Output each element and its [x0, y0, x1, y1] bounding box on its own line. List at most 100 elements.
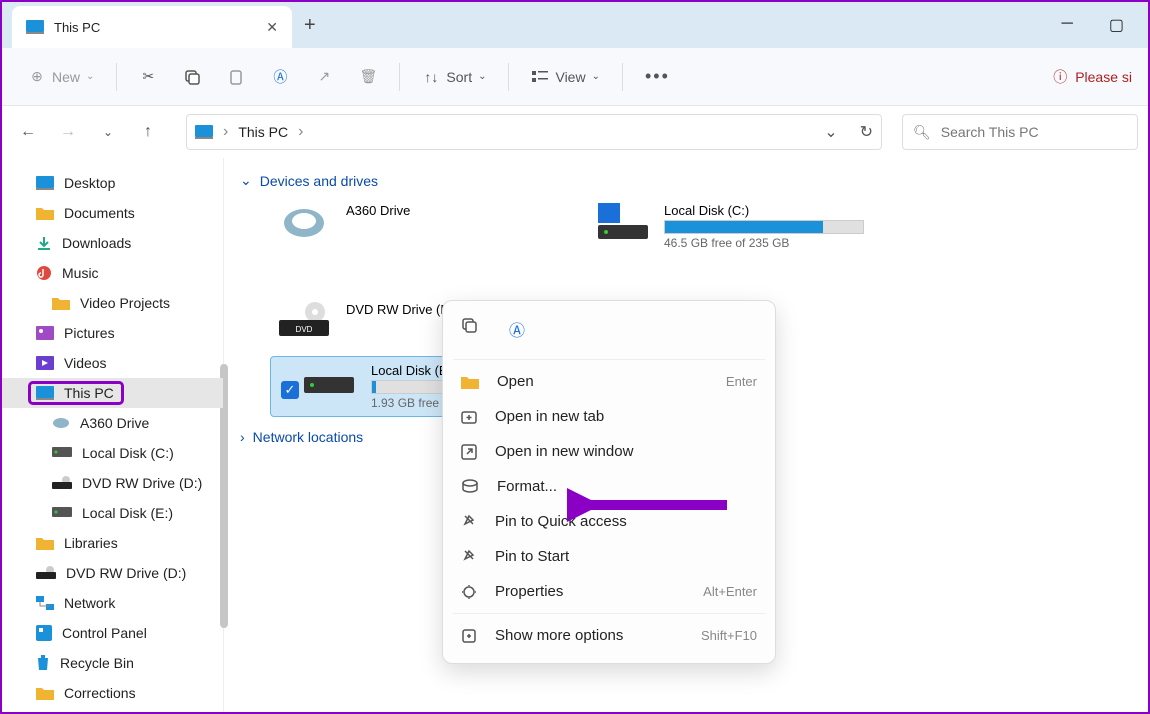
folder-icon — [36, 686, 54, 700]
address-bar[interactable]: › This PC › ⌄ ↻ — [186, 114, 882, 150]
sidebar-item-pictures[interactable]: Pictures — [2, 318, 223, 348]
recent-button[interactable]: ⌄ — [92, 116, 124, 148]
dvd-icon — [36, 566, 56, 580]
sidebar-item-dvd-rw-drive-d-[interactable]: DVD RW Drive (D:) — [2, 468, 223, 498]
copy-icon[interactable] — [461, 317, 479, 341]
sidebar-item-local-disk-e-[interactable]: Local Disk (E:) — [2, 498, 223, 528]
sidebar-item-local-disk-c-[interactable]: Local Disk (C:) — [2, 438, 223, 468]
sidebar-item-control-panel[interactable]: Control Panel — [2, 618, 223, 648]
cut-button[interactable]: ✂ — [129, 62, 167, 92]
a360-icon — [52, 416, 70, 430]
toolbar: ⊕ New ⌄ ✂ Ⓐ ↗ 🗑 ↑↓ Sort ⌄ View ⌄ ••• ⓘ P… — [2, 48, 1148, 106]
chevron-icon: › — [298, 123, 303, 141]
rename-button[interactable]: Ⓐ — [261, 62, 299, 92]
minimize-icon[interactable]: ─ — [1062, 15, 1073, 35]
trash-icon: 🗑 — [359, 68, 377, 86]
newwin-icon — [461, 444, 477, 460]
pin-icon — [461, 514, 477, 530]
sidebar: DesktopDocumentsDownloadsMusicVideo Proj… — [2, 158, 224, 712]
hdd-icon — [596, 203, 650, 243]
hdd-icon — [52, 447, 72, 459]
rename-icon[interactable]: Ⓐ — [509, 317, 525, 341]
forward-button[interactable]: → — [52, 116, 84, 148]
copy-icon — [183, 68, 201, 86]
context-menu: Ⓐ OpenEnterOpen in new tabOpen in new wi… — [442, 300, 776, 664]
share-icon: ↗ — [315, 68, 333, 86]
music-icon — [36, 265, 52, 281]
pc-icon — [36, 386, 54, 400]
sidebar-item-libraries[interactable]: Libraries — [2, 528, 223, 558]
ctx-pin-to-start[interactable]: Pin to Start — [443, 539, 775, 574]
usage-bar — [371, 380, 451, 394]
search-icon: 🔍︎ — [913, 124, 931, 141]
alert-icon: ⓘ — [1053, 67, 1067, 87]
a360-icon — [276, 203, 332, 243]
chevron-down-icon: ⌄ — [86, 71, 94, 82]
new-tab-button[interactable]: + — [304, 14, 316, 37]
window-controls: ─ ▢ — [1062, 15, 1148, 35]
sidebar-item-this-pc[interactable]: This PC — [2, 378, 223, 408]
chevron-icon: › — [223, 123, 228, 141]
signin-prompt[interactable]: ⓘ Please si — [1053, 67, 1132, 87]
chevron-down-icon: ⌄ — [478, 71, 486, 82]
chevron-down-icon[interactable]: ⌄ — [824, 122, 837, 142]
sidebar-item-desktop[interactable]: Desktop — [2, 168, 223, 198]
share-button[interactable]: ↗ — [305, 62, 343, 92]
ctx-open-in-new-window[interactable]: Open in new window — [443, 434, 775, 469]
more-button[interactable]: ••• — [635, 60, 680, 93]
pic-icon — [36, 326, 54, 340]
sidebar-item-video-projects[interactable]: Video Projects — [2, 288, 223, 318]
svg-text:DVD: DVD — [296, 325, 313, 334]
chevron-down-icon: ⌄ — [240, 172, 252, 189]
sidebar-item-recycle-bin[interactable]: Recycle Bin — [2, 648, 223, 678]
up-button[interactable]: ↑ — [132, 116, 164, 148]
open-icon — [461, 375, 479, 389]
search-input[interactable]: 🔍︎ Search This PC — [902, 114, 1138, 150]
copy-button[interactable] — [173, 62, 211, 92]
ctx-properties[interactable]: PropertiesAlt+Enter — [443, 574, 775, 609]
pc-icon — [195, 125, 213, 139]
paste-button[interactable] — [217, 62, 255, 92]
view-button[interactable]: View ⌄ — [521, 62, 609, 92]
cp-icon — [36, 625, 52, 641]
ctx-open-in-new-tab[interactable]: Open in new tab — [443, 399, 775, 434]
drive-a360[interactable]: A360 Drive — [270, 197, 550, 256]
net-icon — [36, 596, 54, 610]
tab-this-pc[interactable]: This PC ✕ — [12, 6, 292, 48]
pin-icon — [461, 549, 477, 565]
new-button[interactable]: ⊕ New ⌄ — [18, 62, 104, 92]
newtab-icon — [461, 409, 477, 425]
sidebar-item-a360-drive[interactable]: A360 Drive — [2, 408, 223, 438]
desktop-icon — [36, 176, 54, 190]
ctx-open[interactable]: OpenEnter — [443, 364, 775, 399]
breadcrumb[interactable]: This PC — [238, 124, 288, 140]
chevron-down-icon: ⌄ — [592, 71, 600, 82]
refresh-icon[interactable]: ↻ — [860, 122, 873, 142]
sort-button[interactable]: ↑↓ Sort ⌄ — [412, 62, 496, 92]
video-icon — [36, 356, 54, 370]
folder-icon — [36, 206, 54, 220]
dvd-icon: DVD — [276, 302, 332, 342]
maximize-icon[interactable]: ▢ — [1109, 15, 1124, 35]
sidebar-item-network[interactable]: Network — [2, 588, 223, 618]
sidebar-item-dvd-rw-drive-d-[interactable]: DVD RW Drive (D:) — [2, 558, 223, 588]
close-tab-icon[interactable]: ✕ — [266, 19, 278, 36]
chevron-right-icon: › — [240, 429, 245, 445]
ctx-show-more-options[interactable]: Show more optionsShift+F10 — [443, 618, 775, 653]
sidebar-item-documents[interactable]: Documents — [2, 198, 223, 228]
sidebar-item-corrections[interactable]: Corrections — [2, 678, 223, 708]
plus-circle-icon: ⊕ — [28, 68, 46, 86]
annotation-arrow — [567, 487, 737, 523]
back-button[interactable]: ← — [12, 116, 44, 148]
drive-c[interactable]: Local Disk (C:) 46.5 GB free of 235 GB — [590, 197, 870, 256]
nav-row: ← → ⌄ ↑ › This PC › ⌄ ↻ 🔍︎ Search This P… — [2, 106, 1148, 158]
delete-button[interactable]: 🗑 — [349, 62, 387, 92]
tab-title: This PC — [54, 20, 256, 35]
search-placeholder: Search This PC — [941, 124, 1039, 140]
folder-icon — [52, 296, 70, 310]
checkbox-icon[interactable]: ✓ — [281, 381, 299, 399]
section-devices[interactable]: ⌄ Devices and drives — [234, 172, 1138, 189]
sidebar-item-music[interactable]: Music — [2, 258, 223, 288]
sidebar-item-videos[interactable]: Videos — [2, 348, 223, 378]
sidebar-item-downloads[interactable]: Downloads — [2, 228, 223, 258]
